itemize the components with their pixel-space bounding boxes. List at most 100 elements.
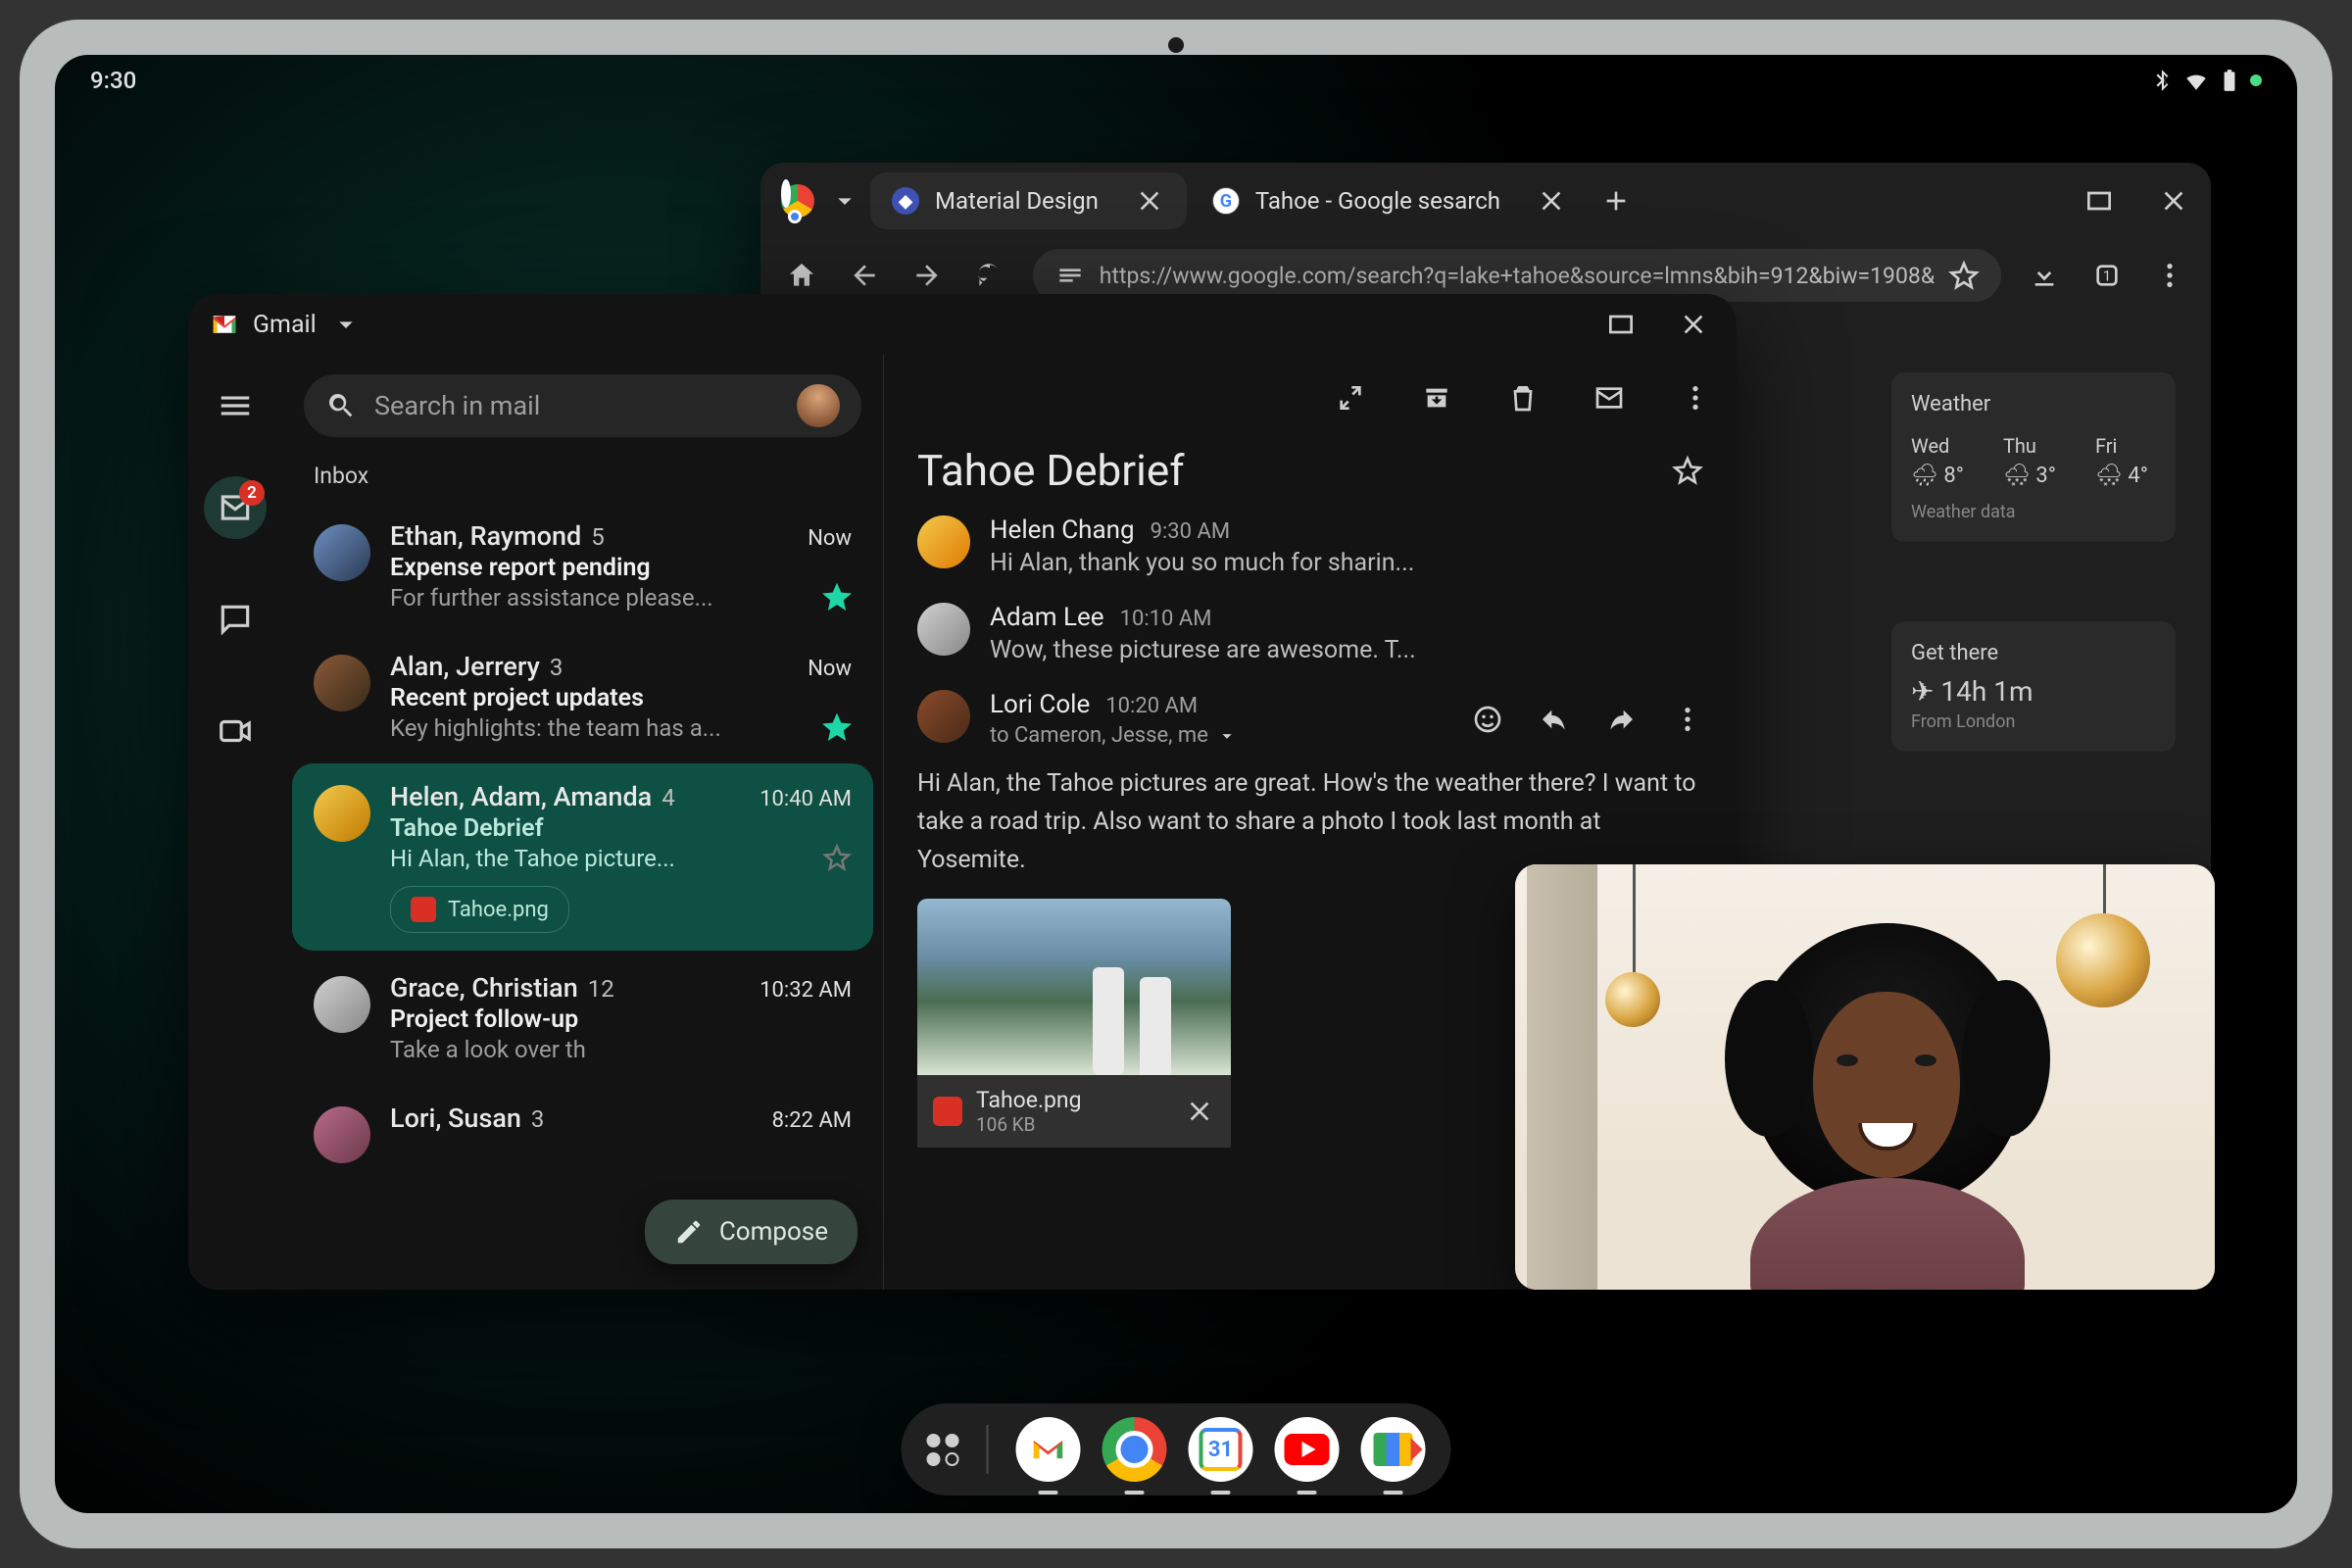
thread-attachment-chip[interactable]: Tahoe.png <box>390 886 569 933</box>
thread-preview: Hi Alan, the Tahoe picture... <box>390 845 812 872</box>
thread-subject: Project follow-up <box>390 1005 852 1034</box>
bookmark-star-icon[interactable] <box>1948 260 1980 291</box>
taskbar: 31 <box>902 1403 1451 1495</box>
compose-button[interactable]: Compose <box>645 1200 858 1264</box>
message-preview: Hi Alan, thank you so much for sharin... <box>990 549 1703 577</box>
taskbar-gmail[interactable] <box>1016 1417 1081 1482</box>
expand-icon[interactable] <box>1329 376 1372 419</box>
compose-label: Compose <box>719 1217 828 1247</box>
thread-item[interactable]: Lori, Susan38:22 AM <box>292 1085 873 1181</box>
thread-subject: Expense report pending <box>390 554 852 582</box>
avatar <box>314 1106 370 1163</box>
tabs-count-icon[interactable]: 1 <box>2087 254 2127 297</box>
avatar <box>314 785 370 842</box>
window-close-button[interactable] <box>2152 179 2195 222</box>
window-close-button[interactable] <box>1672 303 1715 346</box>
emoji-icon[interactable] <box>1472 704 1503 735</box>
star-icon[interactable] <box>822 843 852 872</box>
tab-dropdown-icon[interactable] <box>823 179 866 222</box>
reload-icon[interactable] <box>970 254 1009 297</box>
avatar <box>917 515 970 568</box>
menu-icon[interactable] <box>214 384 257 427</box>
close-icon[interactable] <box>1134 185 1165 217</box>
nav-mail[interactable]: 2 <box>204 476 267 539</box>
google-g-icon: G <box>1212 187 1240 215</box>
message-preview: Wow, these picturese are awesome. T... <box>990 636 1703 664</box>
chevron-down-icon[interactable] <box>330 309 362 340</box>
message-row[interactable]: Helen Chang9:30 AMHi Alan, thank you so … <box>917 515 1703 577</box>
close-icon[interactable] <box>1184 1096 1215 1127</box>
mark-unread-icon[interactable] <box>1588 376 1631 419</box>
tab-label: Material Design <box>935 187 1099 215</box>
weather-card[interactable]: Weather Wed🌧 8° Thu🌨 3° Fri🌨 4° Weather … <box>1891 372 2176 542</box>
thread-item[interactable]: Grace, Christian1210:32 AM Project follo… <box>292 955 873 1081</box>
nav-chat[interactable] <box>204 588 267 651</box>
attachment-card[interactable]: Tahoe.png106 KB <box>917 899 1231 1148</box>
browser-tab-strip: ◆ Material Design G Tahoe - Google sesar… <box>760 163 2211 239</box>
message-body: Hi Alan, the Tahoe pictures are great. H… <box>904 748 1717 879</box>
thread-time: Now <box>808 657 852 681</box>
browser-tab-1[interactable]: G Tahoe - Google sesarch <box>1191 172 1589 229</box>
taskbar-chrome[interactable] <box>1102 1417 1167 1482</box>
weather-temp: 8° <box>1943 464 1964 488</box>
close-icon[interactable] <box>1536 185 1567 217</box>
home-icon[interactable] <box>782 254 821 297</box>
taskbar-meet[interactable] <box>1361 1417 1426 1482</box>
thread-sender: Alan, Jerrery <box>390 651 540 682</box>
taskbar-calendar[interactable]: 31 <box>1189 1417 1253 1482</box>
overflow-icon[interactable] <box>2150 254 2189 297</box>
thread-count: 5 <box>591 523 605 551</box>
forward-icon[interactable] <box>907 254 947 297</box>
attachment-size: 106 KB <box>976 1113 1170 1136</box>
directions-card[interactable]: Get there ✈ 14h 1m From London <box>1891 621 2176 752</box>
overflow-icon[interactable] <box>1674 376 1717 419</box>
image-file-icon <box>411 897 436 922</box>
star-icon[interactable] <box>1672 455 1703 486</box>
plane-icon: ✈ <box>1911 675 1940 708</box>
url-text: https://www.google.com/search?q=lake+tah… <box>1100 263 1935 289</box>
message-row-expanded: Lori Cole10:20 AM to Cameron, Jesse, me <box>917 690 1703 748</box>
archive-icon[interactable] <box>1415 376 1458 419</box>
chrome-menu-icon[interactable] <box>776 179 819 222</box>
thread-list: Ethan, Raymond5Now Expense report pendin… <box>282 503 883 1290</box>
privacy-dot <box>2250 74 2262 86</box>
thread-item[interactable]: Ethan, Raymond5Now Expense report pendin… <box>292 503 873 629</box>
forward-icon[interactable] <box>1605 704 1637 735</box>
nav-meet[interactable] <box>204 700 267 762</box>
weather-temp: 3° <box>2035 464 2056 488</box>
sender-name: Helen Chang <box>990 515 1135 545</box>
gmail-logo-icon <box>210 310 239 339</box>
thread-item[interactable]: Helen, Adam, Amanda410:40 AM Tahoe Debri… <box>292 763 873 951</box>
search-icon <box>325 390 357 421</box>
unread-badge: 2 <box>239 480 265 506</box>
reply-icon[interactable] <box>1539 704 1570 735</box>
window-control-button[interactable] <box>1599 303 1642 346</box>
overflow-icon[interactable] <box>1672 704 1703 735</box>
window-control-button[interactable] <box>2078 179 2121 222</box>
video-background <box>1515 864 2215 1290</box>
back-icon[interactable] <box>845 254 884 297</box>
bluetooth-icon <box>2150 68 2176 93</box>
thread-count: 12 <box>588 975 614 1003</box>
directions-duration: 14h 1m <box>1940 675 2033 708</box>
directions-title: Get there <box>1911 641 2156 665</box>
video-call-pip[interactable] <box>1515 864 2215 1290</box>
download-icon[interactable] <box>2025 254 2064 297</box>
browser-tab-0[interactable]: ◆ Material Design <box>870 172 1187 229</box>
new-tab-button[interactable] <box>1592 177 1640 224</box>
star-icon[interactable] <box>822 712 852 742</box>
delete-icon[interactable] <box>1501 376 1544 419</box>
thread-item[interactable]: Alan, Jerrery3Now Recent project updates… <box>292 633 873 760</box>
status-bar: 9:30 <box>55 55 2297 106</box>
app-launcher-icon[interactable] <box>927 1434 959 1466</box>
inbox-label: Inbox <box>282 457 883 503</box>
avatar <box>314 976 370 1033</box>
account-avatar[interactable] <box>797 384 840 427</box>
chevron-down-icon[interactable] <box>1216 725 1238 747</box>
attachment-thumb <box>917 899 1231 1075</box>
thread-preview: For further assistance please... <box>390 584 812 612</box>
message-row[interactable]: Adam Lee10:10 AMWow, these picturese are… <box>917 603 1703 664</box>
taskbar-youtube[interactable] <box>1275 1417 1340 1482</box>
search-input[interactable]: Search in mail <box>304 374 861 437</box>
star-icon[interactable] <box>822 582 852 612</box>
